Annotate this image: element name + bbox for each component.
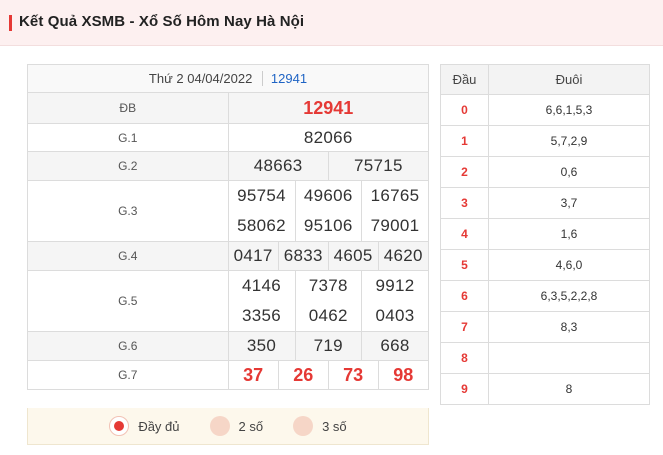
g5-number: 7378 [308,276,348,295]
g6-number: 350 [228,332,295,360]
loto-head-column: Đầu [440,64,489,95]
draw-date: Thứ 2 04/04/2022 [148,71,253,86]
loto-tails: 6,6,1,5,3 [488,94,650,126]
results-table: Thứ 2 04/04/2022 12941 ĐB 12941 G.1 8206… [27,64,429,390]
prize-label: G.7 [27,360,229,390]
special-prize-number: 12941 [227,92,429,124]
loto-tails: 0,6 [488,156,650,188]
loto-tail-column: Đuôi [488,64,650,95]
loto-head: 6 [440,280,489,312]
option-full[interactable]: Đầy đủ [109,416,180,436]
results-date-cell: Thứ 2 04/04/2022 12941 [27,64,429,93]
loto-head: 4 [440,218,489,250]
loto-tails [488,342,650,374]
prize-row-g6: G.6 350 719 668 [27,331,429,361]
loto-head: 7 [440,311,489,343]
g5-number: 0403 [375,306,415,325]
loto-tails: 4,6,0 [488,249,650,281]
g4-number: 4620 [377,242,428,270]
loto-row: 6 6,3,5,2,2,8 [440,280,650,312]
loto-row: 1 5,7,2,9 [440,125,650,157]
g4-number: 4605 [327,242,379,270]
radio-checked-icon[interactable] [109,416,130,436]
loto-row: 7 8,3 [440,311,650,343]
g3-number: 49606 [303,186,353,205]
prize-row-g4: G.4 0417 6833 4605 4620 [27,241,429,271]
page-title: Kết Quả XSMB - Xổ Số Hôm Nay Hà Nội [19,13,305,30]
prize-row-g7: G.7 37 26 73 98 [27,360,429,390]
option-two-digits[interactable]: 2 số [209,416,264,436]
loto-row: 4 1,6 [440,218,650,250]
g3-number: 79001 [370,216,420,235]
loto-tails: 1,6 [488,218,650,250]
loto-head: 3 [440,187,489,219]
prize-row-g1: G.1 82066 [27,123,429,152]
g5-number: 3356 [241,306,282,325]
loto-head: 2 [440,156,489,188]
loto-tails: 6,3,5,2,2,8 [488,280,650,312]
prize-label: G.6 [27,331,229,361]
loto-head: 9 [440,373,489,405]
prize-row-g2: G.2 48663 75715 [27,151,429,181]
g7-number: 73 [327,361,379,389]
results-date-row: Thứ 2 04/04/2022 12941 [27,64,429,93]
draw-code-link[interactable]: 12941 [261,71,308,86]
loto-header-row: Đầu Đuôi [440,64,650,95]
prize-label: G.3 [27,180,229,242]
loto-tails: 8 [488,373,650,405]
loto-head-tail-table: Đầu Đuôi 0 6,6,1,5,3 1 5,7,2,9 2 0,6 3 3,7 4… [440,64,650,405]
g5-number: 4146 [241,276,282,295]
g7-number: 98 [377,361,428,389]
prize-label: G.1 [27,123,229,152]
option-two-label: 2 số [238,418,264,434]
loto-head: 5 [440,249,489,281]
g4-number: 6833 [277,242,329,270]
prize-row-g5: G.5 4146 3356 7378 0462 9912 0403 [27,270,429,332]
radio-unchecked-icon[interactable] [209,416,230,436]
g3-number: 16765 [370,186,420,205]
header-accent-bar [9,15,12,31]
loto-row: 2 0,6 [440,156,650,188]
prize-label: G.2 [27,151,229,181]
loto-tails: 3,7 [488,187,650,219]
g5-number: 9912 [375,276,415,295]
loto-head: 1 [440,125,489,157]
g3-number: 95754 [237,186,286,205]
g4-number: 0417 [228,242,279,270]
radio-unchecked-icon[interactable] [293,416,314,436]
g3-number: 95106 [303,216,353,235]
prize-label: ĐB [27,92,229,124]
g6-number: 719 [294,332,362,360]
loto-tails: 5,7,2,9 [488,125,650,157]
loto-head: 8 [440,342,489,374]
option-three-label: 3 số [322,418,347,434]
loto-row: 8 [440,342,650,374]
prize-row-g3: G.3 95754 58062 49606 95106 16765 79001 [27,180,429,242]
g2-number: 48663 [228,152,329,180]
loto-tails: 8,3 [488,311,650,343]
g5-number: 0462 [308,306,348,325]
g3-number: 58062 [237,216,286,235]
g2-number: 75715 [327,152,428,180]
page-header: Kết Quả XSMB - Xổ Số Hôm Nay Hà Nội [0,0,663,46]
g7-number: 26 [277,361,329,389]
loto-row: 5 4,6,0 [440,249,650,281]
loto-row: 98 [440,373,650,405]
prize-row-special: ĐB 12941 [27,92,429,124]
option-full-label: Đầy đủ [138,418,180,434]
loto-row: 0 6,6,1,5,3 [440,94,650,126]
prize-label: G.4 [27,241,229,271]
option-three-digits[interactable]: 3 số [293,416,347,436]
display-options: Đầy đủ 2 số 3 số [27,408,429,445]
loto-head: 0 [440,94,489,126]
prize-label: G.5 [27,270,229,332]
g6-number: 668 [361,332,428,360]
loto-row: 3 3,7 [440,187,650,219]
g1-number: 82066 [227,123,429,152]
g7-number: 37 [243,364,264,385]
